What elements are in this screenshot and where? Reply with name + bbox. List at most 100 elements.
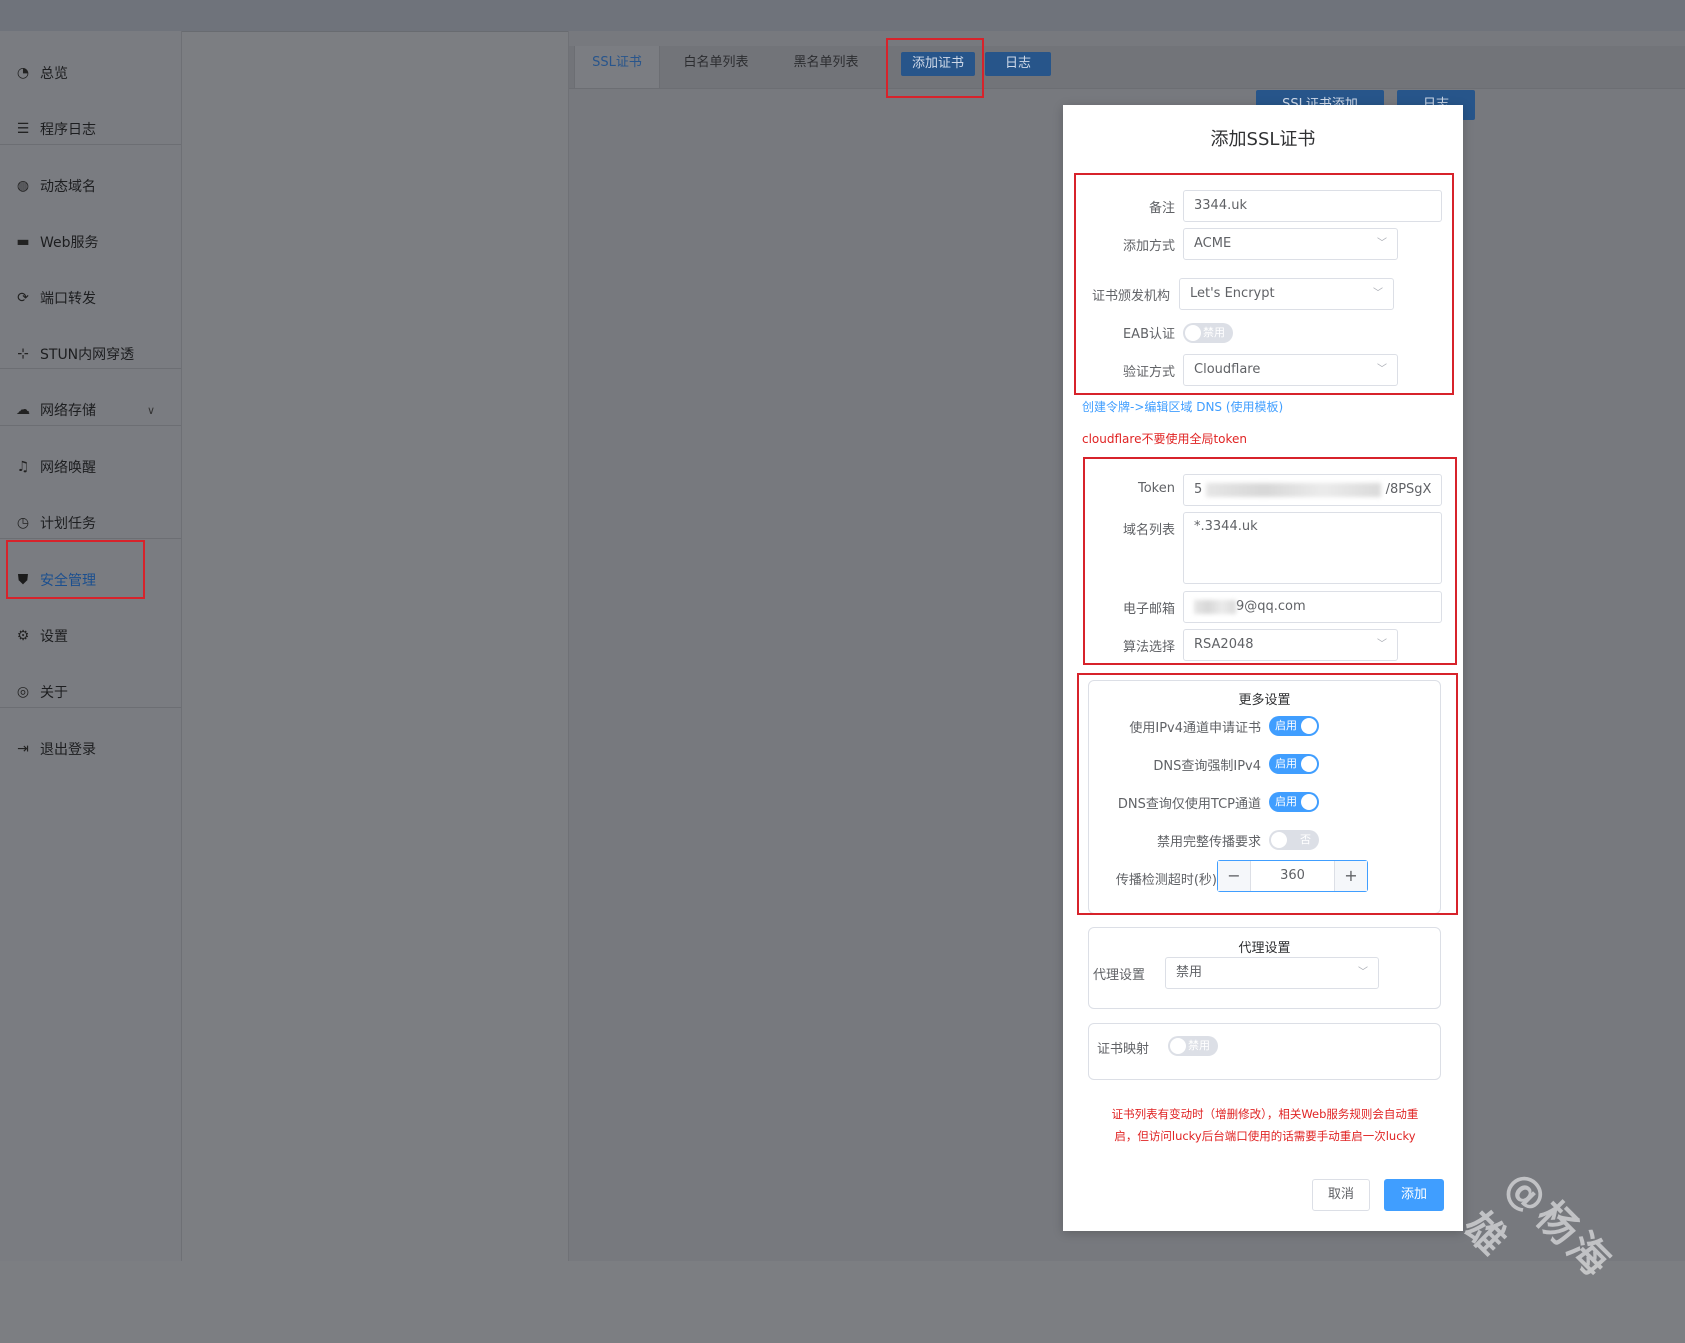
- cert-mapping-state: 禁用: [1188, 1039, 1210, 1052]
- dns-tcp-label: DNS查询仅使用TCP通道: [1117, 797, 1261, 812]
- algo-label: 算法选择: [1122, 640, 1175, 655]
- clock-icon: ◷: [16, 515, 30, 531]
- verify-value: Cloudflare: [1194, 362, 1261, 377]
- chevron-down-icon: ∨: [147, 403, 156, 417]
- sidebar-item-logout[interactable]: ⇥ 退出登录: [0, 721, 181, 777]
- sidebar-item-logs[interactable]: ☰ 程序日志: [0, 101, 181, 157]
- cert-mapping-switch[interactable]: 禁用: [1168, 1036, 1218, 1056]
- increase-button[interactable]: +: [1334, 861, 1367, 891]
- ca-value: Let's Encrypt: [1190, 286, 1275, 301]
- divider: [0, 368, 181, 369]
- token-suffix: /8PSgX: [1385, 482, 1432, 497]
- cloudflare-token-link[interactable]: 创建令牌->编辑区域 DNS (使用模板): [1082, 398, 1283, 415]
- redacted-token: [1206, 482, 1382, 497]
- token-label: Token: [1138, 481, 1175, 496]
- proxy-label: 代理设置: [1093, 968, 1146, 983]
- add-method-value: ACME: [1194, 236, 1232, 251]
- timeout-value[interactable]: 360: [1250, 861, 1335, 891]
- dns-ipv4-label: DNS查询强制IPv4: [1153, 759, 1261, 774]
- proxy-value: 禁用: [1176, 965, 1203, 980]
- eab-switch[interactable]: 禁用: [1183, 323, 1233, 343]
- chevron-down-icon: ﹀: [1377, 364, 1387, 375]
- divider: [0, 425, 181, 426]
- switch-knob: [1301, 718, 1317, 734]
- sidebar-item-ddns[interactable]: ◍ 动态域名: [0, 158, 181, 214]
- tab-blacklist[interactable]: 黑名单列表: [780, 46, 872, 88]
- tab-ssl[interactable]: SSL证书: [574, 46, 660, 88]
- sidebar-item-web[interactable]: ▬ Web服务: [0, 214, 181, 270]
- sidebar-item-label: 程序日志: [40, 122, 96, 138]
- domains-label: 域名列表: [1122, 523, 1175, 538]
- remark-label: 备注: [1148, 201, 1175, 216]
- divider: [0, 144, 181, 145]
- sidebar-item-storage[interactable]: ☁ 网络存储 ∨: [0, 382, 181, 438]
- add-cert-tab-button[interactable]: 添加证书: [901, 52, 975, 76]
- cloud-icon: ☁: [16, 402, 30, 418]
- redacted-email: [1194, 599, 1236, 614]
- decrease-button[interactable]: −: [1218, 861, 1251, 891]
- chevron-down-icon: ﹀: [1377, 639, 1387, 650]
- sidebar-item-stun[interactable]: ⊹ STUN内网穿透: [0, 326, 181, 382]
- add-button[interactable]: 添加: [1384, 1179, 1444, 1211]
- ipv4-channel-label: 使用IPv4通道申请证书: [1129, 721, 1261, 736]
- ipv4-channel-switch[interactable]: 启用: [1269, 716, 1319, 736]
- add-method-label: 添加方式: [1122, 239, 1175, 254]
- eab-state: 禁用: [1203, 326, 1225, 339]
- dns-tcp-switch[interactable]: 启用: [1269, 792, 1319, 812]
- sidebar-item-wol[interactable]: ♫ 网络唤醒: [0, 439, 181, 495]
- dns-ipv4-switch[interactable]: 启用: [1269, 754, 1319, 774]
- shield-icon: ⛊: [17, 572, 29, 588]
- disable-propagation-label: 禁用完整传播要求: [1156, 835, 1261, 850]
- domains-textarea[interactable]: *.3344.uk: [1183, 512, 1442, 584]
- add-method-select[interactable]: ACME ﹀: [1183, 228, 1398, 260]
- chevron-down-icon: ﹀: [1373, 288, 1383, 299]
- sidebar-item-label: Web服务: [40, 235, 99, 251]
- top-bar: [0, 0, 1685, 32]
- algo-select[interactable]: RSA2048 ﹀: [1183, 629, 1398, 661]
- remark-input[interactable]: 3344.uk: [1183, 190, 1442, 222]
- stun-icon: ⊹: [17, 346, 29, 362]
- sidebar-item-about[interactable]: ◎ 关于: [0, 664, 181, 720]
- verify-label: 验证方式: [1122, 365, 1175, 380]
- sidebar-item-label: 总览: [40, 66, 68, 82]
- disable-propagation-switch[interactable]: 否: [1269, 830, 1319, 850]
- token-prefix: 5: [1194, 482, 1203, 497]
- email-input[interactable]: 9@qq.com: [1183, 591, 1442, 623]
- switch-knob: [1170, 1038, 1186, 1054]
- timeout-label: 传播检测超时(秒): [1115, 873, 1217, 888]
- algo-value: RSA2048: [1194, 637, 1254, 652]
- divider: [0, 538, 181, 539]
- dashboard-icon: ◔: [16, 65, 30, 81]
- sidebar-item-overview[interactable]: ◔ 总览: [0, 45, 181, 101]
- switch-knob: [1271, 832, 1287, 848]
- sidebar-item-settings[interactable]: ⚙ 设置: [0, 608, 181, 664]
- email-label: 电子邮箱: [1122, 602, 1175, 617]
- proxy-select[interactable]: 禁用 ﹀: [1165, 957, 1379, 989]
- sidebar-item-label: 设置: [40, 629, 68, 645]
- about-icon: ◎: [16, 684, 30, 700]
- restart-notice-line2: 启，但访问lucky后台端口使用的话需要手动重启一次lucky: [1114, 1129, 1416, 1143]
- ddns-icon: ◍: [16, 178, 30, 194]
- tab-whitelist[interactable]: 白名单列表: [668, 46, 764, 88]
- timeout-stepper[interactable]: − 360 +: [1217, 860, 1368, 892]
- cancel-button[interactable]: 取消: [1312, 1179, 1370, 1211]
- log-icon: ☰: [16, 121, 30, 137]
- sidebar-item-security[interactable]: ⛊ 安全管理: [0, 552, 181, 608]
- cert-mapping-label: 证书映射: [1097, 1042, 1150, 1057]
- sidebar-item-tasks[interactable]: ◷ 计划任务: [0, 495, 181, 551]
- sidebar: ◔ 总览 ☰ 程序日志 ◍ 动态域名 ▬ Web服务 ⟳ 端口转发 ⊹ STUN…: [0, 31, 182, 1261]
- switch-knob: [1301, 756, 1317, 772]
- verify-select[interactable]: Cloudflare ﹀: [1183, 354, 1398, 386]
- sidebar-item-label: 计划任务: [40, 516, 96, 532]
- sidebar-item-label: 网络存储: [40, 403, 96, 419]
- port-forward-icon: ⟳: [17, 290, 29, 306]
- token-input[interactable]: 5 /8PSgX: [1183, 474, 1442, 506]
- more-settings-title: 更多设置: [1238, 693, 1291, 708]
- ca-label: 证书颁发机构: [1091, 289, 1170, 304]
- sidebar-item-port-forward[interactable]: ⟳ 端口转发: [0, 270, 181, 326]
- global-token-warning: cloudflare不要使用全局token: [1082, 432, 1248, 446]
- dns-ipv4-state: 启用: [1275, 757, 1297, 770]
- log-tab-button[interactable]: 日志: [985, 52, 1051, 76]
- add-ssl-dialog: 添加SSL证书 备注 3344.uk 添加方式 ACME ﹀ 证书颁发机构 Le…: [1063, 105, 1463, 1231]
- ca-select[interactable]: Let's Encrypt ﹀: [1179, 278, 1394, 310]
